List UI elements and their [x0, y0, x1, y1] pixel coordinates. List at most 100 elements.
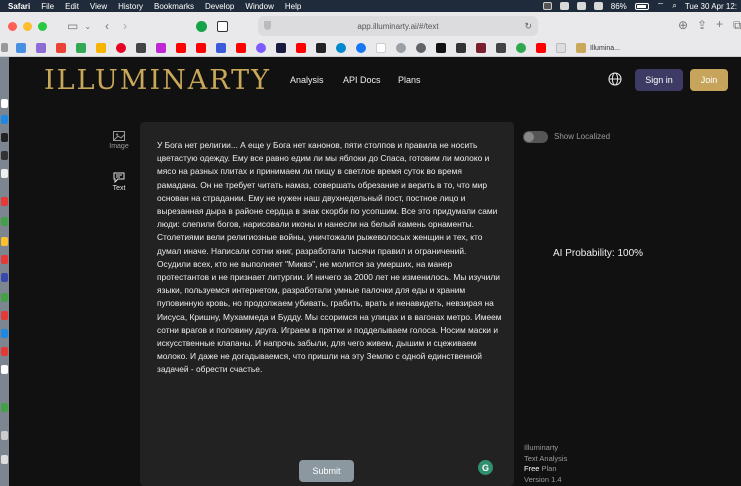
dock-app-icon[interactable] — [1, 311, 8, 320]
menu-develop[interactable]: Develop — [205, 2, 234, 11]
bookmark-label[interactable]: Illumina... — [590, 45, 620, 52]
bookmark-icon[interactable] — [496, 43, 506, 53]
cloud-icon[interactable] — [559, 2, 569, 10]
google-icon[interactable] — [376, 43, 386, 53]
bookmark-icon[interactable] — [396, 43, 406, 53]
back-button[interactable]: ‹ — [105, 19, 109, 33]
footer-info: Illuminarty Text Analysis Free Plan Vers… — [524, 443, 567, 485]
spotlight-icon[interactable]: ⌕ — [672, 1, 676, 11]
dock-app-icon[interactable] — [1, 237, 8, 246]
youtube-icon[interactable] — [536, 43, 546, 53]
minimize-window-button[interactable] — [23, 21, 32, 31]
sidebar-item-image[interactable]: Image — [104, 131, 134, 150]
bookmark-icon[interactable] — [216, 43, 226, 53]
sheets-icon[interactable] — [76, 43, 86, 53]
dock-app-icon[interactable] — [1, 273, 8, 282]
share-icon[interactable]: ⇪ — [697, 18, 707, 32]
bookmark-icon[interactable] — [156, 43, 166, 53]
menu-app-name[interactable]: Safari — [8, 2, 30, 11]
image-icon — [113, 131, 125, 141]
menu-history[interactable]: History — [118, 2, 143, 11]
youtube-icon[interactable] — [236, 43, 246, 53]
nav-analysis[interactable]: Analysis — [290, 75, 324, 85]
chevron-down-icon[interactable]: ⌄ — [84, 22, 91, 31]
join-button[interactable]: Join — [690, 69, 728, 91]
dock-app-icon[interactable] — [1, 217, 8, 226]
text-input-area[interactable]: У Бога нет религии... А еще у Бога нет к… — [140, 122, 514, 486]
forward-button[interactable]: › — [123, 19, 127, 33]
dock-app-icon[interactable] — [1, 431, 8, 440]
sidebar-item-label: Image — [109, 143, 129, 150]
dock-app-icon[interactable] — [1, 169, 8, 178]
status-icon[interactable] — [542, 2, 552, 10]
dock-app-icon[interactable] — [1, 293, 8, 302]
new-tab-icon[interactable]: + — [716, 17, 723, 31]
dock-app-icon[interactable] — [1, 347, 8, 356]
dock-app-icon[interactable] — [1, 329, 8, 338]
menu-help[interactable]: Help — [285, 2, 301, 11]
downloads-icon[interactable]: ⊕ — [678, 18, 688, 32]
show-localized-toggle[interactable] — [523, 131, 548, 143]
bookmark-icon[interactable] — [16, 43, 26, 53]
dock-app-icon[interactable] — [1, 99, 8, 108]
bookmark-icon[interactable] — [276, 43, 286, 53]
bookmark-icon[interactable] — [556, 43, 566, 53]
reload-icon[interactable]: ↻ — [524, 21, 532, 32]
keyboard-layout-icon[interactable] — [593, 2, 603, 10]
battery-icon[interactable] — [634, 2, 649, 10]
grammarly-icon[interactable]: G — [478, 460, 493, 475]
bookmark-icon[interactable] — [436, 43, 446, 53]
bookmark-icon[interactable] — [36, 43, 46, 53]
nav-plans[interactable]: Plans — [398, 75, 421, 85]
dock-app-icon[interactable] — [1, 151, 8, 160]
submit-button[interactable]: Submit — [299, 460, 354, 482]
zoom-window-button[interactable] — [38, 21, 47, 31]
youtube-icon[interactable] — [296, 43, 306, 53]
youtube-icon[interactable] — [196, 43, 206, 53]
dock-app-icon[interactable] — [1, 455, 8, 464]
messenger-icon[interactable] — [256, 43, 266, 53]
facebook-icon[interactable] — [356, 43, 366, 53]
dock-app-icon[interactable] — [1, 133, 8, 142]
logo[interactable]: ILLUMINARTY — [44, 65, 271, 96]
check-icon[interactable] — [576, 2, 586, 10]
bookmark-icon[interactable] — [316, 43, 326, 53]
bookmark-icon[interactable] — [416, 43, 426, 53]
menu-view[interactable]: View — [90, 2, 107, 11]
language-globe-icon[interactable] — [608, 72, 622, 86]
close-window-button[interactable] — [8, 21, 17, 31]
nav-api-docs[interactable]: API Docs — [343, 75, 381, 85]
address-bar[interactable]: app.illuminarty.ai/#/text ↻ — [258, 16, 538, 36]
wifi-icon[interactable]: ⌔ — [657, 1, 665, 11]
dock-app-icon[interactable] — [1, 403, 8, 412]
bookmark-icon[interactable] — [476, 43, 486, 53]
dock-app-icon[interactable] — [1, 365, 8, 374]
dock-strip — [0, 43, 9, 486]
bookmark-icon[interactable] — [96, 43, 106, 53]
datetime[interactable]: Tue 30 Apr 12: — [685, 2, 737, 11]
sidebar-item-text[interactable]: Text — [104, 172, 134, 192]
notion-extension-icon[interactable] — [217, 21, 228, 32]
bookmark-icon[interactable] — [456, 43, 466, 53]
illuminarty-tab-icon[interactable] — [576, 43, 586, 53]
dock-app-icon[interactable] — [1, 255, 8, 264]
dock-app-icon[interactable] — [1, 115, 8, 124]
sign-in-button[interactable]: Sign in — [635, 69, 683, 91]
youtube-icon[interactable] — [176, 43, 186, 53]
sidebar-toggle-icon[interactable]: ▭ — [67, 19, 78, 33]
menu-bookmarks[interactable]: Bookmarks — [154, 2, 194, 11]
pinterest-icon[interactable] — [116, 43, 126, 53]
menu-edit[interactable]: Edit — [65, 2, 79, 11]
menu-file[interactable]: File — [41, 2, 54, 11]
telegram-icon[interactable] — [336, 43, 346, 53]
bookmark-icon[interactable] — [136, 43, 146, 53]
grammarly-extension-icon[interactable] — [196, 21, 207, 32]
dock-app-icon[interactable] — [1, 43, 8, 52]
input-text[interactable]: У Бога нет религии... А еще у Бога нет к… — [157, 139, 502, 377]
gmail-icon[interactable] — [56, 43, 66, 53]
menu-window[interactable]: Window — [245, 2, 273, 11]
bookmark-icon[interactable] — [516, 43, 526, 53]
dock-app-icon[interactable] — [1, 197, 8, 206]
tab-overview-icon[interactable]: ⧉ — [733, 18, 741, 33]
footer-brand: Illuminarty — [524, 443, 559, 452]
